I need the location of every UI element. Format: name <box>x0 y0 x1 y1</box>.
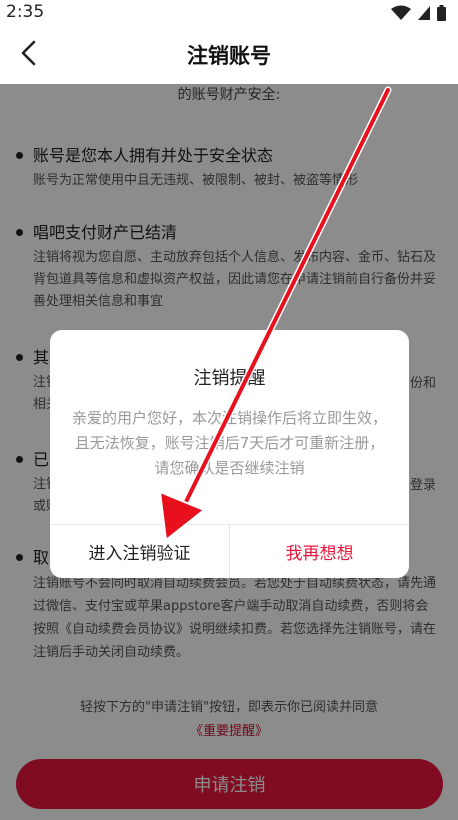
page-title: 注销账号 <box>187 44 271 68</box>
think-again-button[interactable]: 我再想想 <box>230 525 409 578</box>
signal-icon <box>417 5 431 25</box>
battery-icon <box>437 5 446 25</box>
nav-bar: 注销账号 <box>0 26 458 84</box>
cancel-reminder-dialog: 注销提醒 亲爱的用户您好，本次注销操作后将立即生效，且无法恢复，账号注销后7天后… <box>50 330 409 578</box>
dialog-title: 注销提醒 <box>193 368 266 389</box>
wifi-icon <box>391 5 411 25</box>
dialog-message: 亲爱的用户您好，本次注销操作后将立即生效，且无法恢复，账号注销后7天后才可重新注… <box>72 409 388 477</box>
status-time: 2:35 <box>6 2 45 22</box>
status-bar: 2:35 <box>0 0 458 26</box>
status-icons <box>391 5 446 25</box>
enter-verification-button[interactable]: 进入注销验证 <box>50 525 229 578</box>
